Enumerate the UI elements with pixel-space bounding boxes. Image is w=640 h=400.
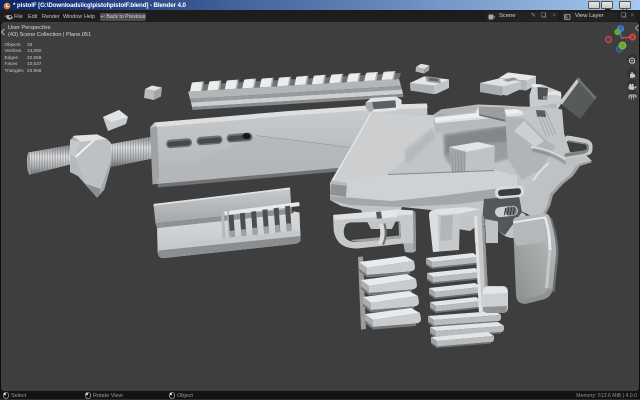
svg-text:X: X bbox=[631, 35, 635, 41]
